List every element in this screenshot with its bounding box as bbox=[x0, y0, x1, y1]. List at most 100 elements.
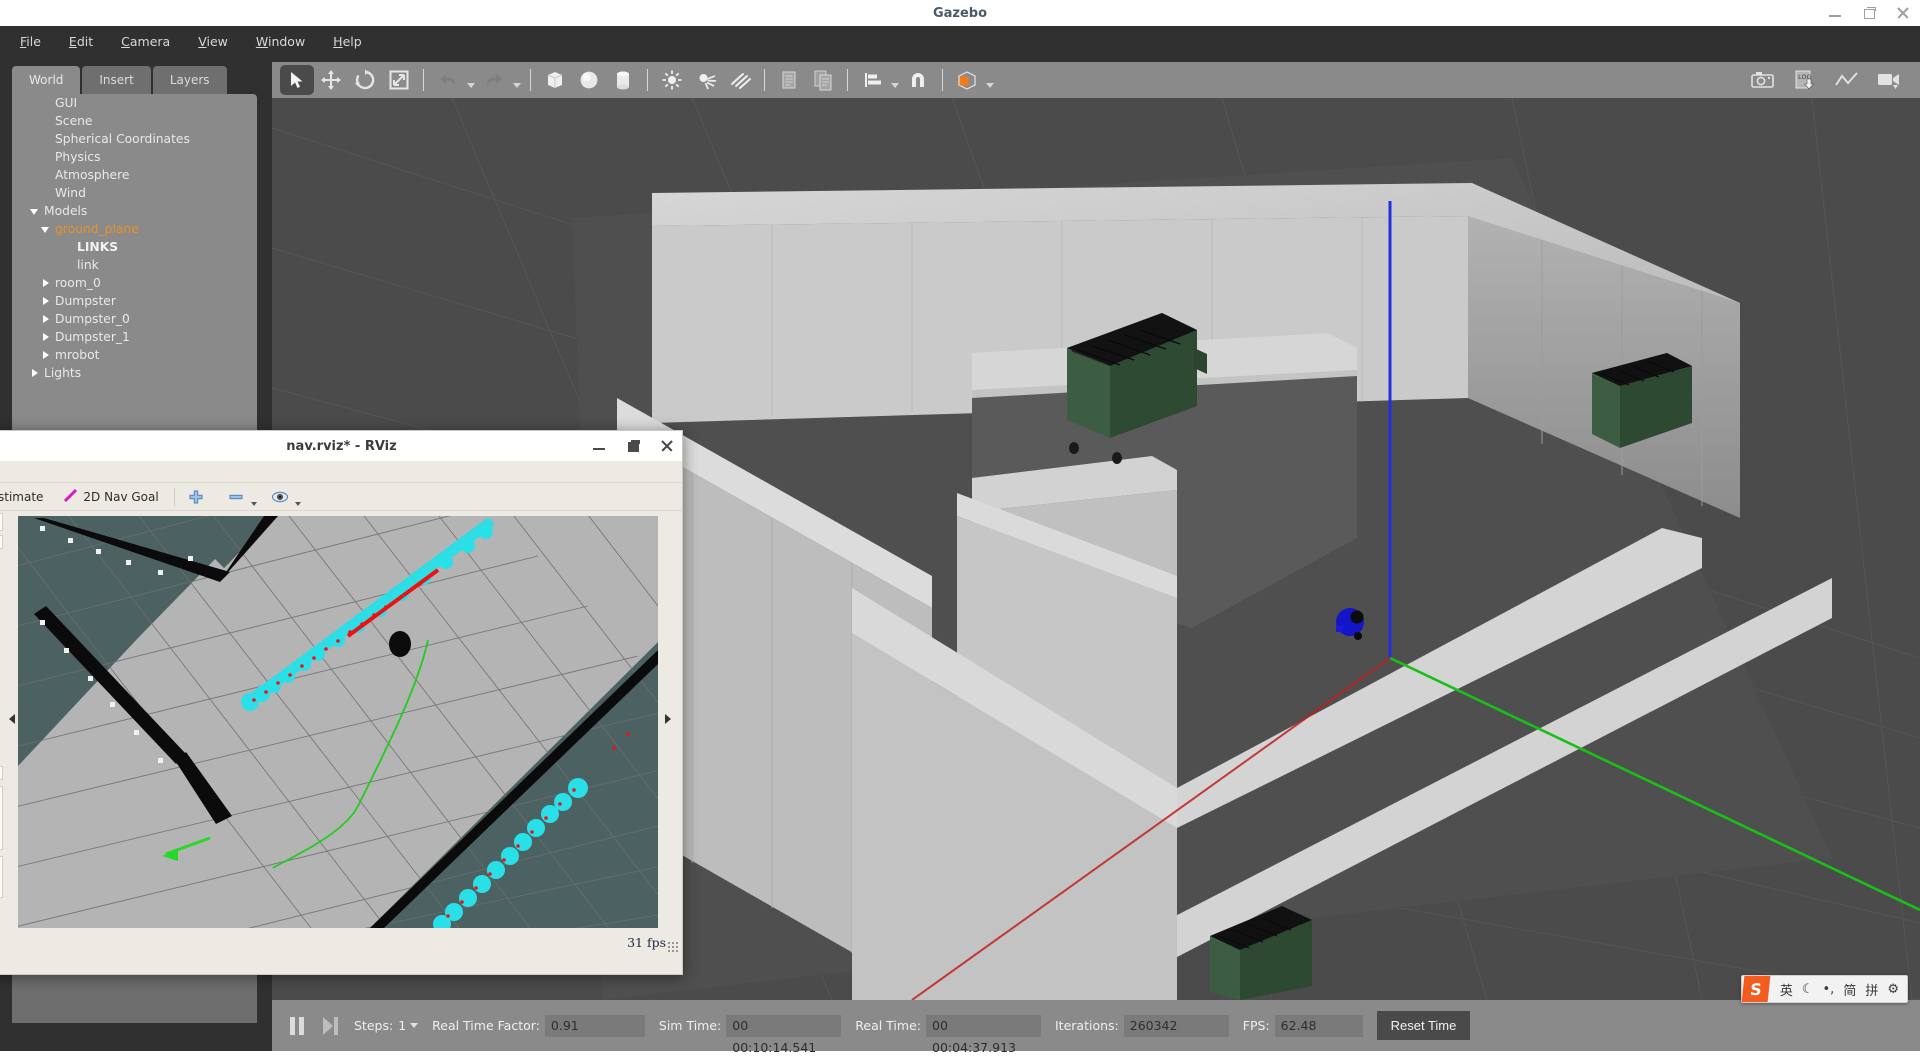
pose-estimate-tool[interactable]: stimate bbox=[0, 488, 50, 506]
tree-item-ground-plane[interactable]: ground_plane bbox=[12, 220, 257, 238]
ime-punctuation-icon[interactable]: •, bbox=[1823, 982, 1835, 997]
rviz-maximize-icon[interactable] bbox=[626, 439, 640, 453]
rotate-mode-icon[interactable] bbox=[348, 65, 382, 95]
tree-item-mrobot[interactable]: mrobot bbox=[12, 346, 257, 364]
rviz-close-icon[interactable] bbox=[660, 439, 674, 453]
steps-dropdown-icon[interactable] bbox=[410, 1023, 419, 1028]
rail-item-5[interactable] bbox=[0, 856, 3, 898]
step-button[interactable] bbox=[322, 1016, 340, 1036]
rail-item-2[interactable] bbox=[0, 535, 3, 549]
rail-item-3[interactable] bbox=[0, 766, 3, 780]
gazebo-tab-world[interactable]: World bbox=[12, 66, 81, 94]
video-record-icon[interactable] bbox=[1872, 65, 1906, 95]
redo-dropdown-icon[interactable] bbox=[511, 65, 523, 95]
tree-item-wind[interactable]: Wind bbox=[12, 184, 257, 202]
toolbar-separator bbox=[647, 69, 648, 91]
eye-icon[interactable] bbox=[267, 485, 293, 509]
tree-item-gui[interactable]: GUI bbox=[12, 94, 257, 112]
rviz-map-view[interactable] bbox=[18, 516, 658, 928]
gazebo-world-tree[interactable]: GUI Scene Spherical Coordinates Physics Atmo… bbox=[12, 94, 257, 469]
tree-item-physics[interactable]: Physics bbox=[12, 148, 257, 166]
tree-item-lights[interactable]: Lights bbox=[12, 364, 257, 382]
tree-item-dumpster[interactable]: Dumpster bbox=[12, 292, 257, 310]
tree-item-links[interactable]: LINKS bbox=[12, 238, 257, 256]
minus-dropdown-icon[interactable] bbox=[249, 485, 259, 509]
insert-cylinder-icon[interactable] bbox=[606, 65, 640, 95]
chevron-down-icon[interactable] bbox=[40, 223, 52, 235]
menu-item-help[interactable]: Help bbox=[323, 30, 372, 53]
snap-icon[interactable] bbox=[901, 65, 935, 95]
close-icon[interactable] bbox=[1896, 6, 1910, 20]
tree-item-atmosphere[interactable]: Atmosphere bbox=[12, 166, 257, 184]
minimize-icon[interactable] bbox=[1828, 6, 1842, 20]
copy-icon[interactable] bbox=[772, 65, 806, 95]
rviz-right-splitter-handle[interactable] bbox=[662, 706, 674, 732]
rviz-menubar[interactable] bbox=[0, 461, 682, 483]
rviz-left-splitter-handle[interactable] bbox=[6, 706, 18, 732]
directional-light-icon[interactable] bbox=[723, 65, 757, 95]
ime-simplified[interactable]: 简 bbox=[1843, 980, 1856, 999]
rviz-minimize-icon[interactable] bbox=[592, 439, 606, 453]
chevron-right-icon[interactable] bbox=[40, 295, 52, 307]
screenshot-icon[interactable] bbox=[1746, 65, 1780, 95]
chevron-right-icon[interactable] bbox=[29, 367, 41, 379]
pause-button[interactable] bbox=[288, 1016, 306, 1036]
steps-value[interactable]: 1 bbox=[398, 1018, 406, 1033]
insert-sphere-icon[interactable] bbox=[572, 65, 606, 95]
menu-item-view[interactable]: View bbox=[188, 30, 238, 53]
chevron-right-icon[interactable] bbox=[40, 313, 52, 325]
tree-item-scene[interactable]: Scene bbox=[12, 112, 257, 130]
rviz-resize-grip[interactable] bbox=[667, 941, 679, 953]
tree-item-spherical-coordinates[interactable]: Spherical Coordinates bbox=[12, 130, 257, 148]
tree-item-dumpster-0[interactable]: Dumpster_0 bbox=[12, 310, 257, 328]
gazebo-tab-insert[interactable]: Insert bbox=[82, 66, 151, 94]
tree-item-dumpster-1[interactable]: Dumpster_1 bbox=[12, 328, 257, 346]
view-dropdown-icon[interactable] bbox=[984, 65, 996, 95]
sogou-ime-bar[interactable]: S 英 ☾ •, 简 拼 ⚙ bbox=[1740, 975, 1908, 1003]
rviz-left-panel-rail bbox=[0, 511, 5, 956]
maximize-icon[interactable] bbox=[1862, 6, 1876, 20]
insert-box-icon[interactable] bbox=[538, 65, 572, 95]
sim-time-label: Sim Time: bbox=[658, 1018, 722, 1033]
menu-item-camera[interactable]: Camera bbox=[111, 30, 180, 53]
chevron-right-icon[interactable] bbox=[40, 277, 52, 289]
ime-pinyin[interactable]: 拼 bbox=[1865, 980, 1878, 999]
ime-moon-icon[interactable]: ☾ bbox=[1802, 982, 1814, 997]
undo-dropdown-icon[interactable] bbox=[465, 65, 477, 95]
tree-item-room-0[interactable]: room_0 bbox=[12, 274, 257, 292]
eye-dropdown-icon[interactable] bbox=[293, 485, 303, 509]
point-light-icon[interactable] bbox=[655, 65, 689, 95]
tree-item-label: LINKS bbox=[77, 240, 119, 254]
align-icon[interactable] bbox=[855, 65, 889, 95]
menu-item-edit[interactable]: Edit bbox=[59, 30, 103, 53]
chevron-right-icon[interactable] bbox=[40, 331, 52, 343]
plot-icon[interactable] bbox=[1830, 65, 1864, 95]
chevron-right-icon[interactable] bbox=[40, 349, 52, 361]
view-mode-icon[interactable] bbox=[950, 65, 984, 95]
ime-settings-icon[interactable]: ⚙ bbox=[1887, 982, 1899, 997]
minus-icon[interactable] bbox=[223, 485, 249, 509]
scale-mode-icon[interactable] bbox=[382, 65, 416, 95]
rail-item-1[interactable] bbox=[0, 513, 3, 531]
paste-icon[interactable] bbox=[806, 65, 840, 95]
pose-estimate-label: stimate bbox=[0, 489, 44, 504]
ime-mode-english[interactable]: 英 bbox=[1780, 980, 1793, 999]
translate-mode-icon[interactable] bbox=[314, 65, 348, 95]
plus-icon[interactable] bbox=[183, 485, 209, 509]
nav-goal-tool[interactable]: 2D Nav Goal bbox=[56, 486, 165, 508]
log-record-icon[interactable]: LOG bbox=[1788, 65, 1822, 95]
select-mode-icon[interactable] bbox=[280, 65, 314, 95]
redo-icon[interactable] bbox=[477, 65, 511, 95]
spot-light-icon[interactable] bbox=[689, 65, 723, 95]
chevron-down-icon[interactable] bbox=[29, 205, 41, 217]
menu-item-window[interactable]: Window bbox=[246, 30, 315, 53]
undo-icon[interactable] bbox=[431, 65, 465, 95]
reset-time-button[interactable]: Reset Time bbox=[1376, 1011, 1471, 1040]
rail-item-4[interactable] bbox=[0, 786, 3, 850]
tree-item-link[interactable]: link bbox=[12, 256, 257, 274]
align-dropdown-icon[interactable] bbox=[889, 65, 901, 95]
gazebo-tab-layers[interactable]: Layers bbox=[152, 66, 227, 94]
tree-item-models[interactable]: Models bbox=[12, 202, 257, 220]
menu-item-file[interactable]: File bbox=[10, 30, 51, 53]
